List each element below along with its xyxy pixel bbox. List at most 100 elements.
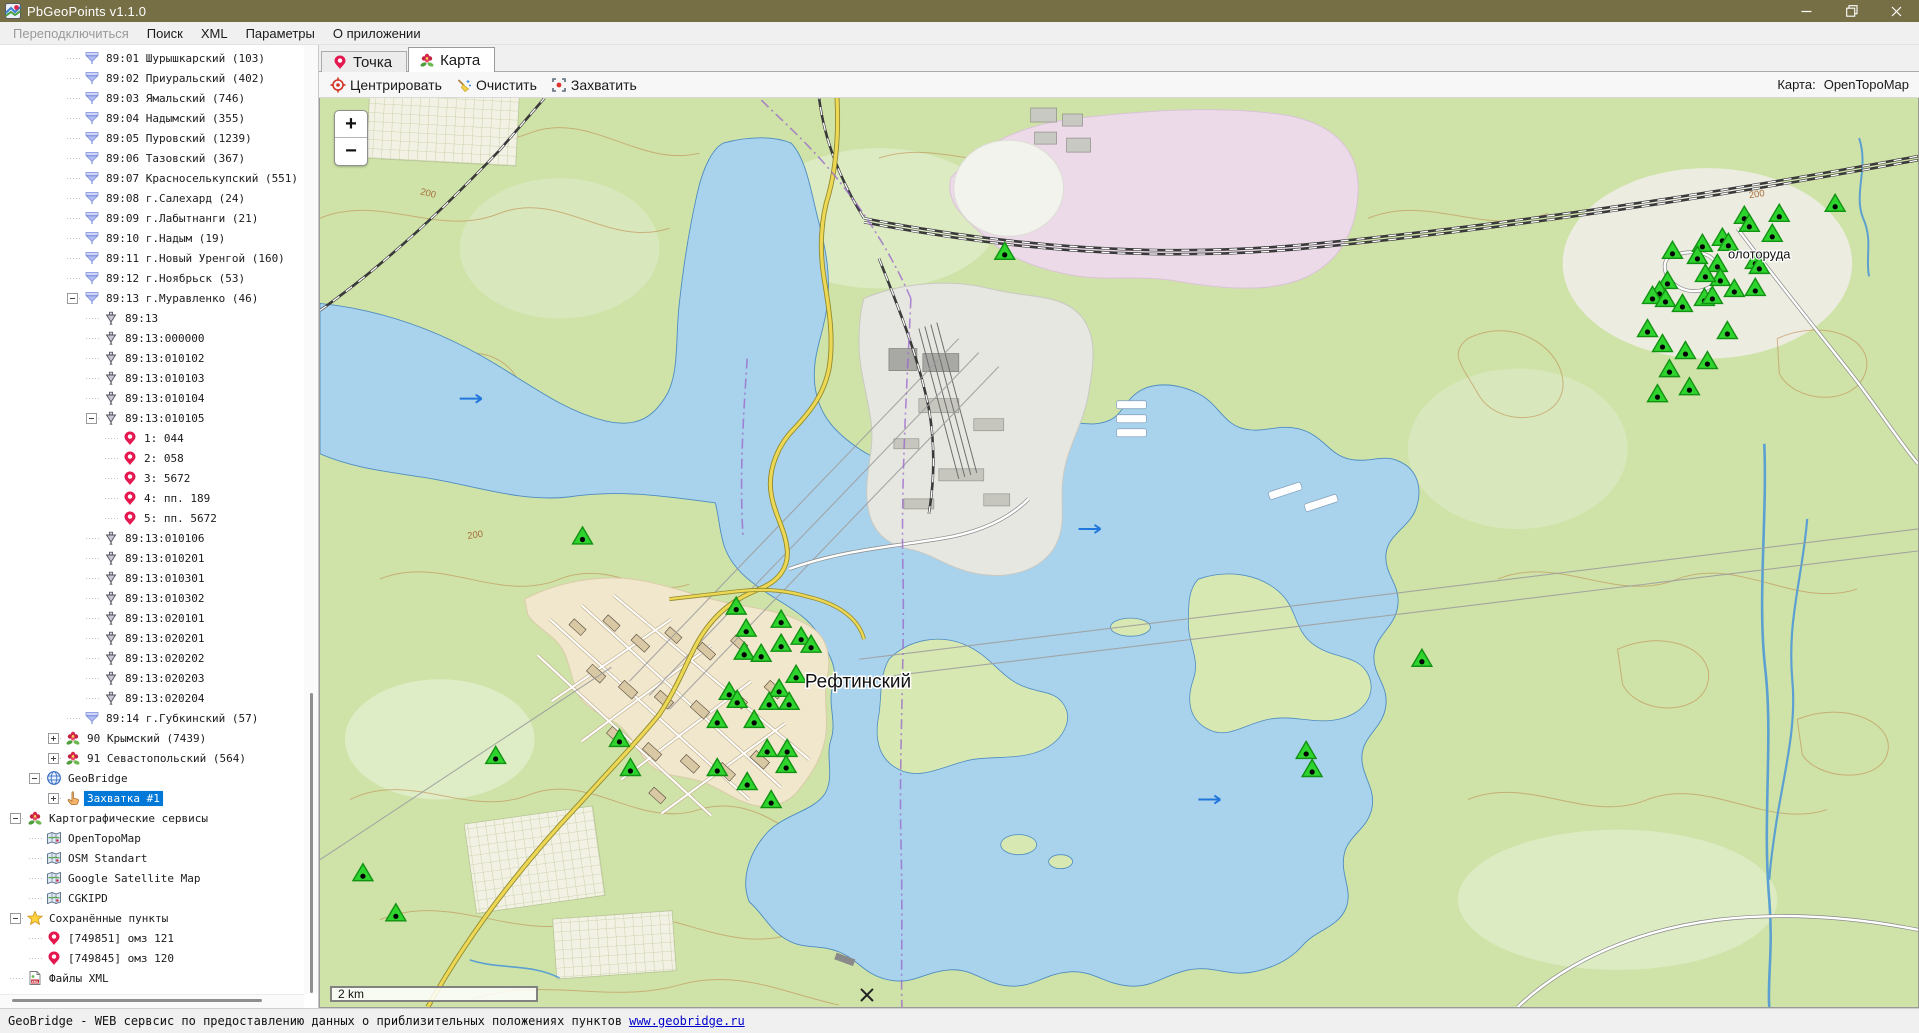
tree-item-label[interactable]: 89:04 Надымский (355) (103, 111, 248, 126)
tree-item[interactable]: [749851] омз 121 (29, 928, 302, 948)
close-button[interactable] (1874, 0, 1919, 22)
tree-item-label[interactable]: [749845] омз 120 (65, 951, 177, 966)
tree-item-label[interactable]: 89:13:000000 (122, 331, 207, 346)
tree-item-label[interactable]: 5: пп. 5672 (141, 511, 220, 526)
tree-item-label[interactable]: 89:13 (122, 311, 161, 326)
tree-item[interactable]: 89:13:000000 (86, 328, 302, 348)
tree-item[interactable]: 89:13 (86, 308, 302, 328)
tree-item-label[interactable]: 4: пп. 189 (141, 491, 213, 506)
tree-expand-toggle[interactable] (48, 793, 65, 804)
tree-item[interactable]: 89:13:010301 (86, 568, 302, 588)
tree-item-label[interactable]: 89:13:010105 (122, 411, 207, 426)
tree-item[interactable]: Google Satellite Map (29, 868, 302, 888)
tree-item-label[interactable]: 89:13:020101 (122, 611, 207, 626)
tree-expand-toggle[interactable] (10, 913, 27, 924)
tree-item[interactable]: 89:13:020204 (86, 688, 302, 708)
center-button[interactable]: Центрировать (323, 75, 449, 95)
tree-item[interactable]: 90 Крымский (7439) (48, 728, 302, 748)
tree-item[interactable]: 89:13:010102 (86, 348, 302, 368)
tree-item[interactable]: 89:13:010105 (86, 408, 302, 428)
tree-item[interactable]: 89:11 г.Новый Уренгой (160) (67, 248, 302, 268)
tree-item[interactable]: OSM Standart (29, 848, 302, 868)
tree-item-label[interactable]: 89:13:010301 (122, 571, 207, 586)
tree-item[interactable]: 89:05 Пуровский (1239) (67, 128, 302, 148)
tree-expand-toggle[interactable] (48, 733, 65, 744)
tree-item[interactable]: 89:13 г.Муравленко (46) (67, 288, 302, 308)
tree-expand-toggle[interactable] (48, 753, 65, 764)
tree-item[interactable]: 89:12 г.Ноябрьск (53) (67, 268, 302, 288)
tree-item-label[interactable]: 89:10 г.Надым (19) (103, 231, 228, 246)
tree-item[interactable]: GeoBridge (29, 768, 302, 788)
tree-item[interactable]: 89:09 г.Лабытнанги (21) (67, 208, 302, 228)
tree-item-label[interactable]: CGKIPD (65, 891, 111, 906)
tree-item[interactable]: 89:03 Ямальский (746) (67, 88, 302, 108)
tree-item-label[interactable]: 3: 5672 (141, 471, 193, 486)
tree-expand-toggle[interactable] (67, 293, 84, 304)
tree-item[interactable]: 89:13:010106 (86, 528, 302, 548)
tree-item[interactable]: 89:07 Красноселькупский (551) (67, 168, 302, 188)
tree-item-label[interactable]: 89:07 Красноселькупский (551) (103, 171, 301, 186)
tree-item-label[interactable]: 89:13:010302 (122, 591, 207, 606)
tree-item-label[interactable]: Сохранённые пункты (46, 911, 171, 926)
tree-item[interactable]: Захватка #1 (48, 788, 302, 808)
tree-item-label[interactable]: [749851] омз 121 (65, 931, 177, 946)
tree-item-label[interactable]: 89:13 г.Муравленко (46) (103, 291, 261, 306)
tree-item[interactable]: 5: пп. 5672 (105, 508, 302, 528)
tree-item-label[interactable]: 89:13:010106 (122, 531, 207, 546)
tree-item-label[interactable]: 89:13:010102 (122, 351, 207, 366)
tree-item[interactable]: 89:08 г.Салехард (24) (67, 188, 302, 208)
tree-item-label[interactable]: Захватка #1 (84, 791, 163, 806)
zoom-in-button[interactable]: + (335, 111, 367, 138)
tree-item[interactable]: 89:13:020101 (86, 608, 302, 628)
tree-item[interactable]: Картографические сервисы (10, 808, 302, 828)
tree-item-label[interactable]: 89:08 г.Салехард (24) (103, 191, 248, 206)
tree-item-label[interactable]: 89:06 Тазовский (367) (103, 151, 248, 166)
tree-item-label[interactable]: 89:13:020204 (122, 691, 207, 706)
tree-item[interactable]: XMLФайлы XML (10, 968, 302, 988)
tree-item[interactable]: 3: 5672 (105, 468, 302, 488)
tree-item-label[interactable]: 89:09 г.Лабытнанги (21) (103, 211, 261, 226)
tree-item[interactable]: 89:04 Надымский (355) (67, 108, 302, 128)
tree-item[interactable]: 89:13:010201 (86, 548, 302, 568)
tree-item-label[interactable]: Картографические сервисы (46, 811, 211, 826)
tree-item[interactable]: 89:13:010103 (86, 368, 302, 388)
tree-item-label[interactable]: 1: 044 (141, 431, 187, 446)
tree-item-label[interactable]: 2: 058 (141, 451, 187, 466)
capture-button[interactable]: Захватить (544, 75, 644, 95)
tree-item-label[interactable]: Google Satellite Map (65, 871, 203, 886)
menu-item[interactable]: О приложении (324, 24, 430, 43)
tree-item-label[interactable]: 89:01 Шурышкарский (103) (103, 51, 268, 66)
menu-item[interactable]: Параметры (237, 24, 324, 43)
tree-item-label[interactable]: 89:02 Приуральский (402) (103, 71, 268, 86)
tree-item-label[interactable]: 89:13:010103 (122, 371, 207, 386)
tree-item[interactable]: 4: пп. 189 (105, 488, 302, 508)
tree-item-label[interactable]: OpenTopoMap (65, 831, 144, 846)
tree-hscroll-thumb[interactable] (12, 999, 262, 1002)
tree-item[interactable]: CGKIPD (29, 888, 302, 908)
tree-item-label[interactable]: 89:13:010201 (122, 551, 207, 566)
tree-item-label[interactable]: OSM Standart (65, 851, 150, 866)
tree-item-label[interactable]: 89:14 г.Губкинский (57) (103, 711, 261, 726)
tree-item-label[interactable]: 91 Севастопольский (564) (84, 751, 249, 766)
menu-item[interactable]: XML (192, 24, 237, 43)
tree-item[interactable]: 89:14 г.Губкинский (57) (67, 708, 302, 728)
tree-item[interactable]: 1: 044 (105, 428, 302, 448)
tree-item-label[interactable]: 89:13:020201 (122, 631, 207, 646)
tree-item[interactable]: 89:13:020203 (86, 668, 302, 688)
tree-item[interactable]: Сохранённые пункты (10, 908, 302, 928)
tree-item[interactable]: 89:06 Тазовский (367) (67, 148, 302, 168)
tree-vscroll-thumb[interactable] (310, 693, 313, 993)
tree-item-label[interactable]: 89:13:010104 (122, 391, 207, 406)
tree-item[interactable]: 89:13:010104 (86, 388, 302, 408)
tree-item-label[interactable]: 89:11 г.Новый Уренгой (160) (103, 251, 288, 266)
tree-expand-toggle[interactable] (29, 773, 46, 784)
tree-item[interactable]: 89:02 Приуральский (402) (67, 68, 302, 88)
zoom-out-button[interactable]: − (335, 138, 367, 165)
tree-item-label[interactable]: 89:13:020202 (122, 651, 207, 666)
restore-button[interactable] (1829, 0, 1874, 22)
status-link[interactable]: www.geobridge.ru (629, 1014, 745, 1028)
tree-item-label[interactable]: 89:05 Пуровский (1239) (103, 131, 255, 146)
tree-item-label[interactable]: 89:13:020203 (122, 671, 207, 686)
tab-point[interactable]: Точка (321, 51, 407, 72)
tree-item[interactable]: 2: 058 (105, 448, 302, 468)
